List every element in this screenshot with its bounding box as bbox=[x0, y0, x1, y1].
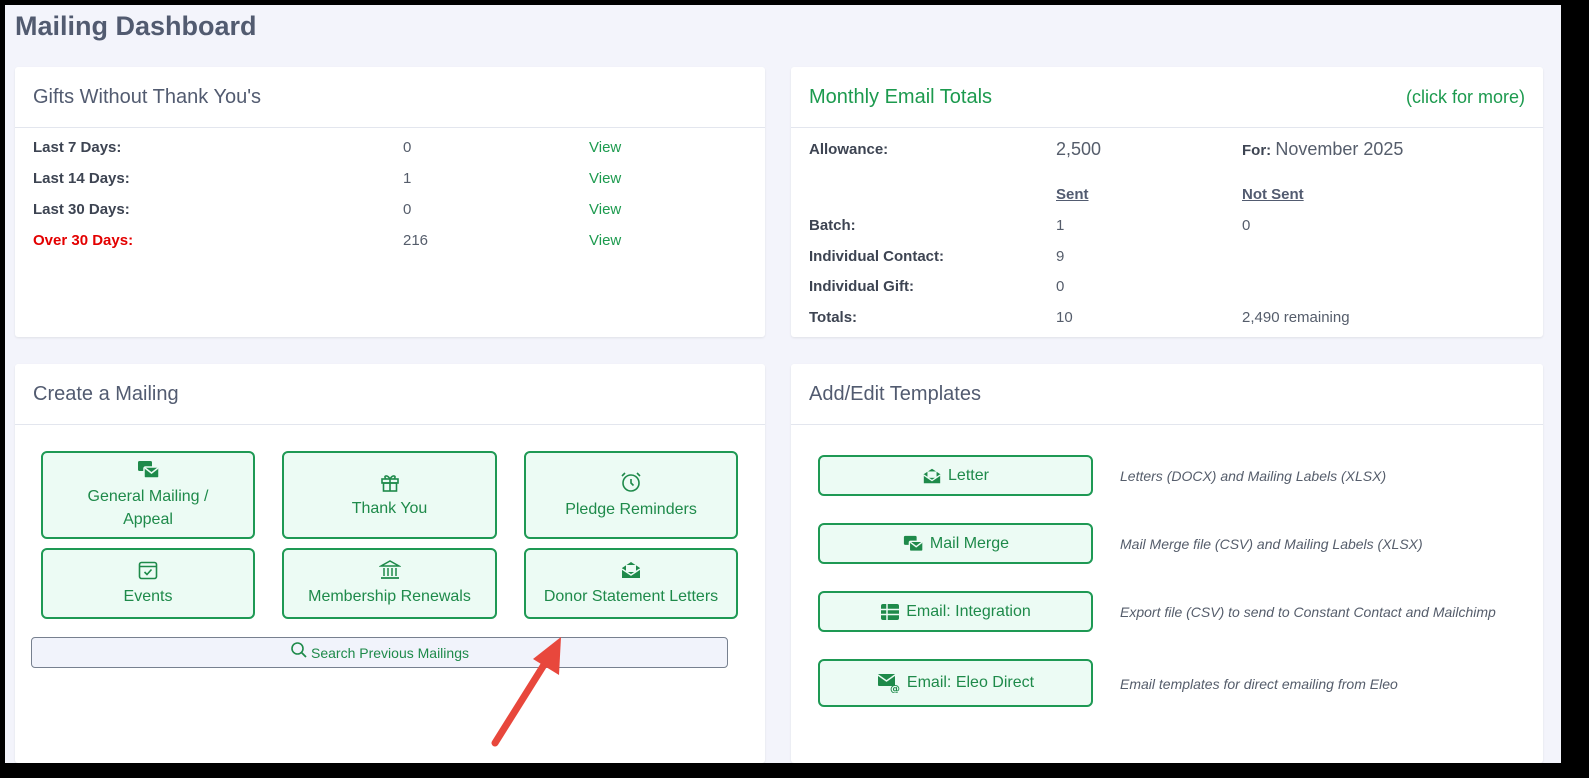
template-description: Letters (DOCX) and Mailing Labels (XLSX) bbox=[1120, 468, 1387, 484]
gifts-view-link[interactable]: View bbox=[589, 201, 621, 218]
tile-donor-statement-letters[interactable]: Donor Statement Letters bbox=[524, 548, 738, 619]
alarm-clock-icon bbox=[621, 471, 641, 492]
table-icon bbox=[881, 603, 900, 620]
col-sent-header: Sent bbox=[1056, 186, 1089, 203]
allowance-label: Allowance: bbox=[809, 141, 889, 158]
gifts-row-value: 216 bbox=[403, 232, 429, 249]
email-row-sent: 1 bbox=[1056, 217, 1065, 234]
mail-stack-icon bbox=[903, 535, 924, 552]
template-label: Email: Eleo Direct bbox=[906, 674, 1035, 691]
tile-label: Thank You bbox=[351, 499, 428, 517]
create-mailing-title: Create a Mailing bbox=[15, 364, 765, 425]
click-for-more-link[interactable]: (click for more) bbox=[1406, 87, 1525, 108]
tile-label: Pledge Reminders bbox=[565, 500, 697, 518]
email-row-label: Individual Contact: bbox=[809, 248, 944, 265]
gifts-view-link[interactable]: View bbox=[589, 232, 621, 249]
gifts-card-title: Gifts Without Thank You's bbox=[15, 67, 765, 128]
gifts-row-label: Last 14 Days: bbox=[33, 170, 130, 187]
gifts-row-value: 0 bbox=[403, 201, 412, 218]
email-row-sent: 10 bbox=[1056, 309, 1073, 326]
mail-stack-icon bbox=[138, 461, 160, 479]
tile-label: Events bbox=[123, 588, 173, 605]
email-row-sent: 0 bbox=[1056, 278, 1065, 295]
email-totals-card: Monthly Email Totals (click for more) Al… bbox=[791, 67, 1543, 337]
email-at-icon: @ bbox=[877, 674, 900, 693]
template-mail-merge-button[interactable]: Mail Merge bbox=[818, 523, 1093, 564]
email-row-sent: 9 bbox=[1056, 248, 1065, 265]
for-value: November 2025 bbox=[1275, 139, 1404, 159]
email-row-not-sent: 2,490 remaining bbox=[1242, 309, 1350, 326]
tile-thank-you[interactable]: Thank You bbox=[282, 451, 497, 539]
gifts-view-link[interactable]: View bbox=[589, 170, 621, 187]
templates-card: Add/Edit Templates Letter Letters (DOCX)… bbox=[791, 364, 1543, 763]
templates-title: Add/Edit Templates bbox=[791, 364, 1543, 425]
search-previous-mailings-button[interactable]: Search Previous Mailings bbox=[31, 637, 728, 668]
template-description: Export file (CSV) to send to Constant Co… bbox=[1120, 604, 1496, 620]
gifts-view-link[interactable]: View bbox=[589, 139, 621, 156]
template-description: Mail Merge file (CSV) and Mailing Labels… bbox=[1120, 536, 1423, 552]
for-month: For: November 2025 bbox=[1242, 139, 1403, 160]
email-row-label: Totals: bbox=[809, 309, 858, 326]
gifts-row-value: 1 bbox=[403, 170, 412, 187]
envelope-letter-icon bbox=[621, 562, 641, 578]
template-letter-button[interactable]: Letter bbox=[818, 455, 1093, 496]
email-totals-title: Monthly Email Totals bbox=[809, 85, 993, 108]
calendar-check-icon bbox=[138, 561, 158, 580]
tile-label: Donor Statement Letters bbox=[543, 588, 719, 605]
search-icon bbox=[291, 642, 307, 658]
tile-membership-renewals[interactable]: Membership Renewals bbox=[282, 548, 497, 619]
svg-text:@: @ bbox=[890, 684, 900, 693]
allowance-value: 2,500 bbox=[1056, 139, 1102, 159]
for-label: For: bbox=[1242, 142, 1272, 159]
tile-general-mailing[interactable]: General Mailing / Appeal bbox=[41, 451, 255, 539]
gifts-row-value: 0 bbox=[403, 139, 412, 156]
tile-label: Membership Renewals bbox=[308, 588, 471, 605]
page-frame: Mailing Dashboard Gifts Without Thank Yo… bbox=[5, 5, 1561, 763]
envelope-letter-icon bbox=[923, 468, 941, 483]
tile-label: General Mailing / Appeal bbox=[87, 488, 209, 528]
gifts-card: Gifts Without Thank You's Last 7 Days: 0… bbox=[15, 67, 765, 337]
gift-icon bbox=[380, 474, 399, 492]
col-not-sent-header: Not Sent bbox=[1242, 186, 1304, 203]
gifts-row-label-overdue: Over 30 Days: bbox=[33, 232, 134, 249]
template-label: Letter bbox=[948, 466, 989, 484]
page-title: Mailing Dashboard bbox=[15, 11, 257, 41]
annotation-arrow-icon bbox=[491, 637, 561, 747]
email-row-label: Batch: bbox=[809, 217, 856, 234]
gifts-row-label: Last 30 Days: bbox=[33, 201, 130, 218]
template-email-eleo-direct-button[interactable]: @ Email: Eleo Direct bbox=[818, 659, 1093, 707]
email-row-label: Individual Gift: bbox=[809, 278, 914, 295]
email-totals-header: Monthly Email Totals (click for more) bbox=[791, 67, 1543, 128]
template-label: Email: Integration bbox=[906, 602, 1031, 620]
template-description: Email templates for direct emailing from… bbox=[1120, 676, 1398, 692]
gifts-row-label: Last 7 Days: bbox=[33, 139, 122, 156]
bank-icon bbox=[378, 560, 401, 579]
search-previous-mailings-label: Search Previous Mailings bbox=[311, 644, 469, 661]
email-row-not-sent: 0 bbox=[1242, 217, 1251, 234]
template-email-integration-button[interactable]: Email: Integration bbox=[818, 591, 1093, 632]
tile-pledge-reminders[interactable]: Pledge Reminders bbox=[524, 451, 738, 539]
template-label: Mail Merge bbox=[929, 534, 1010, 552]
tile-events[interactable]: Events bbox=[41, 548, 255, 619]
